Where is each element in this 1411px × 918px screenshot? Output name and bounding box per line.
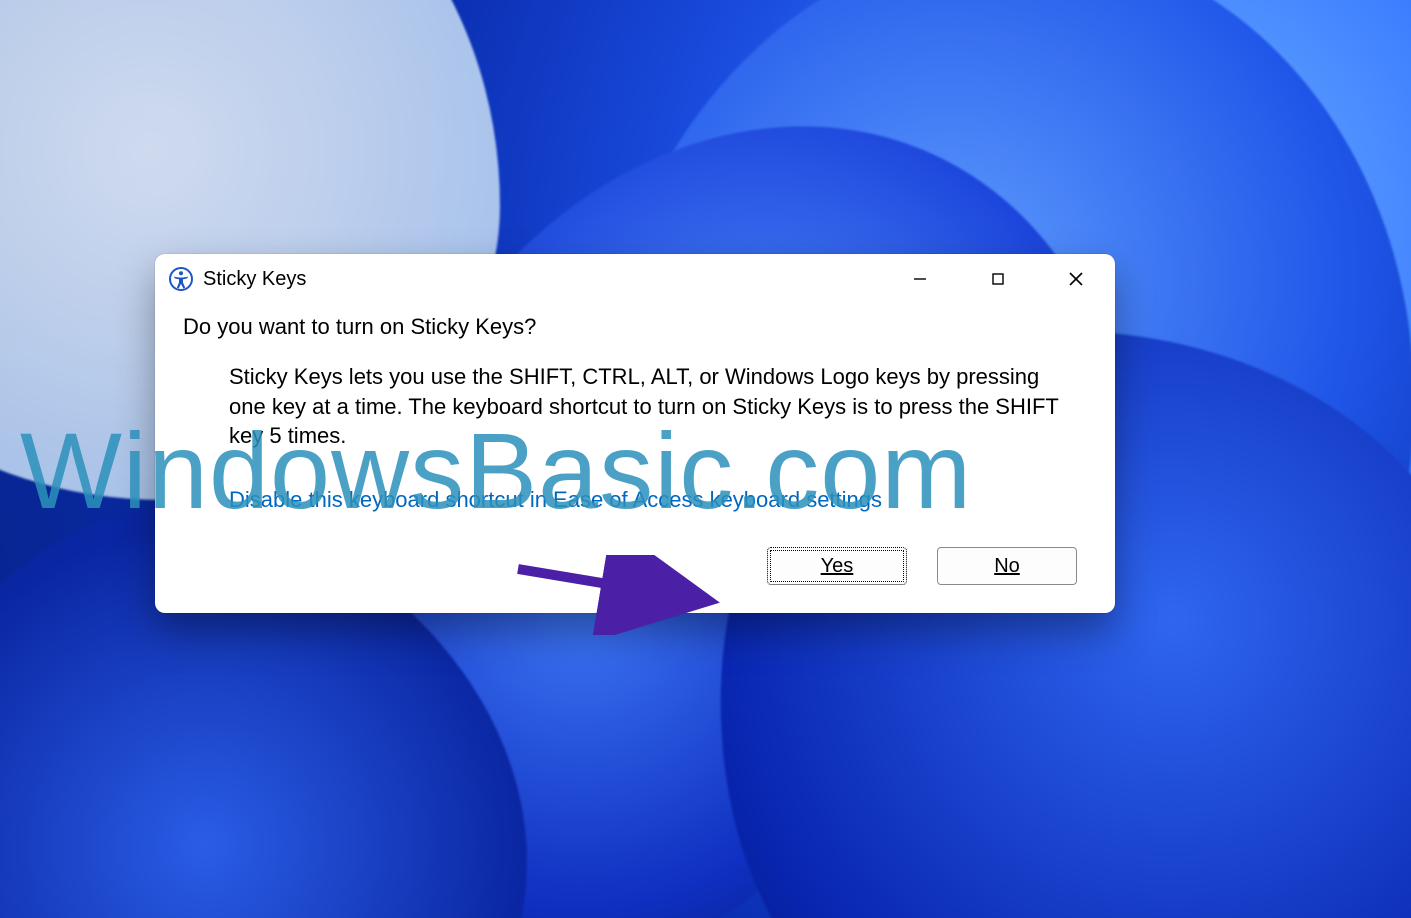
no-button-label: No xyxy=(994,555,1020,577)
button-row: Yes No xyxy=(183,547,1087,585)
dialog-headline: Do you want to turn on Sticky Keys? xyxy=(183,314,1087,340)
minimize-button[interactable] xyxy=(881,254,959,304)
dialog-title: Sticky Keys xyxy=(203,268,881,291)
yes-button-label: Yes xyxy=(821,555,854,577)
desktop-background: Sticky Keys Do you want to turn on Stick… xyxy=(0,0,1411,918)
no-button[interactable]: No xyxy=(937,547,1077,585)
dialog-content: Do you want to turn on Sticky Keys? Stic… xyxy=(155,304,1115,613)
dialog-body-text: Sticky Keys lets you use the SHIFT, CTRL… xyxy=(229,362,1069,451)
accessibility-icon xyxy=(169,267,193,291)
disable-shortcut-link[interactable]: Disable this keyboard shortcut in Ease o… xyxy=(229,487,1087,513)
window-controls xyxy=(881,254,1115,304)
maximize-button[interactable] xyxy=(959,254,1037,304)
sticky-keys-dialog: Sticky Keys Do you want to turn on Stick… xyxy=(155,254,1115,613)
yes-button[interactable]: Yes xyxy=(767,547,907,585)
titlebar[interactable]: Sticky Keys xyxy=(155,254,1115,304)
close-button[interactable] xyxy=(1037,254,1115,304)
